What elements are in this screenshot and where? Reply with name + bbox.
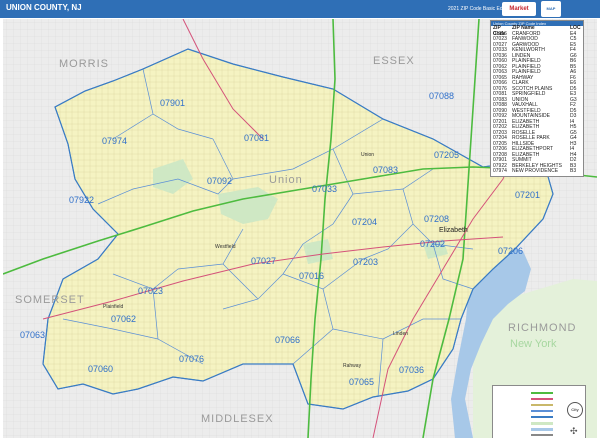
zip-label-07036[interactable]: 07036 <box>399 365 424 375</box>
zip-index-zip: 07974 <box>493 168 507 174</box>
legend-row <box>497 427 555 431</box>
legend-logo: City <box>567 402 583 418</box>
legend-swatch-rail <box>531 434 553 436</box>
city-label-elizabeth: Elizabeth <box>439 227 468 234</box>
zip-label-07081[interactable]: 07081 <box>244 133 269 143</box>
county-label-middlesex: MIDDLESEX <box>201 413 274 425</box>
zip-label-07208[interactable]: 07208 <box>424 214 449 224</box>
legend-swatch-park <box>531 422 553 425</box>
zip-label-07201[interactable]: 07201 <box>515 190 540 200</box>
legend-row <box>497 403 555 407</box>
zip-label-07076[interactable]: 07076 <box>179 354 204 364</box>
zip-label-07088[interactable]: 07088 <box>429 91 454 101</box>
legend-swatch-county-boundary <box>531 416 553 418</box>
legend-row <box>497 421 555 425</box>
map-label-union: Union <box>269 174 303 186</box>
zip-label-07027[interactable]: 07027 <box>251 256 276 266</box>
state-label-new-york: New York <box>510 338 557 350</box>
legend-swatch-highway <box>531 398 553 400</box>
legend-swatch-zip-boundary <box>531 410 553 412</box>
title-bar: UNION COUNTY, NJ 2021 ZIP Code Basic Edi… <box>0 0 600 26</box>
zip-index-name: NEW PROVIDENCE <box>512 168 559 174</box>
zip-index-rows: 07016 CRANFORD E4 07023 FANWOOD C5 07027 GARWOO… <box>491 31 583 175</box>
legend-row <box>497 397 555 401</box>
zip-label-07202[interactable]: 07202 <box>420 239 445 249</box>
legend-row <box>497 415 555 419</box>
zip-label-07974[interactable]: 07974 <box>102 136 127 146</box>
zip-label-07204[interactable]: 07204 <box>352 217 377 227</box>
city-label-plainfield: Plainfield <box>103 304 124 310</box>
legend-swatch-interstate <box>531 392 553 394</box>
legend-swatch-water <box>531 428 553 431</box>
city-label-union: Union <box>361 152 375 158</box>
city-label-westfield: Westfield <box>215 244 236 250</box>
map-title: UNION COUNTY, NJ <box>6 3 82 12</box>
zip-index-loc: B3 <box>570 168 577 174</box>
zip-label-07063[interactable]: 07063 <box>20 330 45 340</box>
zip-label-07901[interactable]: 07901 <box>160 98 185 108</box>
county-label-richmond: RICHMOND <box>508 322 577 334</box>
zip-label-07065[interactable]: 07065 <box>349 377 374 387</box>
zip-label-07922[interactable]: 07922 <box>69 195 94 205</box>
legend-swatch-road <box>531 404 553 406</box>
city-label-rahway: Rahway <box>343 363 362 369</box>
legend-row <box>497 391 555 395</box>
city-label-linden: Linden <box>393 331 409 337</box>
zip-label-07033[interactable]: 07033 <box>312 184 337 194</box>
zip-label-07060[interactable]: 07060 <box>88 364 113 374</box>
zip-label-07023[interactable]: 07023 <box>138 286 163 296</box>
zip-label-07016[interactable]: 07016 <box>299 271 324 281</box>
county-label-morris: MORRIS <box>59 58 109 70</box>
zip-label-07083[interactable]: 07083 <box>373 165 398 175</box>
zip-label-07062[interactable]: 07062 <box>111 314 136 324</box>
zip-label-07092[interactable]: 07092 <box>207 176 232 186</box>
zip-index-row[interactable]: 07974 NEW PROVIDENCE B3 <box>491 168 583 175</box>
compass-icon: ✣ <box>570 426 578 436</box>
county-label-essex: ESSEX <box>373 55 415 67</box>
brand-logo: Market Maps <box>502 2 536 26</box>
zip-label-07206[interactable]: 07206 <box>498 246 523 256</box>
county-label-somerset: SOMERSET <box>15 294 85 306</box>
zip-label-07203[interactable]: 07203 <box>353 257 378 267</box>
legend-row <box>497 433 555 437</box>
badge-logo: MAP <box>541 1 561 17</box>
zip-code-index: Union County ZIP Code Index ZIP Code ZIP… <box>490 20 584 177</box>
map-legend: City ✣ <box>492 385 586 438</box>
zip-label-07205[interactable]: 07205 <box>434 150 459 160</box>
zip-label-07066[interactable]: 07066 <box>275 335 300 345</box>
legend-row <box>497 409 555 413</box>
